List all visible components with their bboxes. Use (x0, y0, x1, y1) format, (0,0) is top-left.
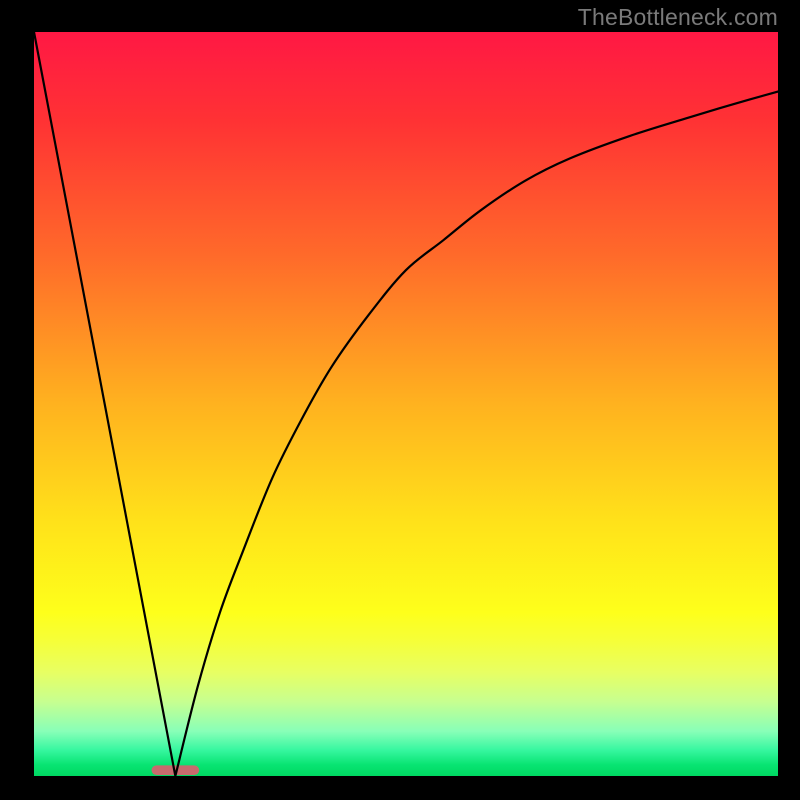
chart-frame: TheBottleneck.com (0, 0, 800, 800)
bottleneck-chart (0, 0, 800, 800)
plot-background (34, 32, 778, 776)
watermark-text: TheBottleneck.com (578, 4, 778, 31)
